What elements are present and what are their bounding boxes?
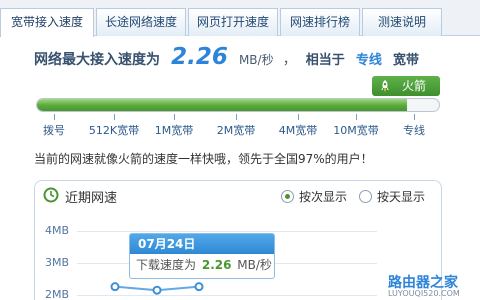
scale-label-dedicated: 专线 — [403, 124, 425, 137]
scale-tick — [174, 114, 175, 120]
watermark-url: LUYOUQI520.COM — [388, 289, 460, 298]
tab-webpage-open-speed[interactable]: 网页打开速度 — [188, 8, 278, 36]
speed-equal-text: 相当于 — [305, 53, 345, 68]
speed-scale: 拨号 512K宽带 1M宽带 2M宽带 4M宽带 10M宽带 专线 — [0, 112, 480, 146]
scale-label-4m: 4M宽带 — [278, 124, 318, 137]
speed-suffix: 宽带 — [392, 53, 419, 68]
tab-broadband-access-speed[interactable]: 宽带接入速度 — [0, 8, 94, 37]
tooltip-body: 下载速度为 2.26 MB/秒 — [130, 254, 274, 276]
tooltip-value: 2.26 — [201, 258, 232, 272]
speed-progress-fill — [37, 99, 407, 111]
scale-tick — [298, 114, 299, 120]
data-point[interactable] — [110, 282, 120, 292]
scale-label-512k: 512K宽带 — [88, 124, 140, 137]
scale-tick — [356, 114, 357, 120]
speed-separator: ， — [282, 52, 297, 68]
speed-value: 2.26 — [171, 44, 228, 70]
watermark: 路由器之家 LUYOUQI520.COM — [380, 272, 480, 300]
rocket-icon — [381, 80, 389, 92]
scale-label-2m: 2M宽带 — [216, 124, 256, 137]
tooltip-label: 下载速度为 — [136, 258, 197, 272]
scale-tick — [114, 114, 115, 120]
data-point[interactable] — [194, 282, 204, 292]
scale-label-dialup: 拨号 — [43, 124, 65, 137]
tab-bar: 宽带接入速度 长途网络速度 网页打开速度 网速排行榜 测速说明 — [0, 0, 480, 37]
scale-tick — [414, 114, 415, 120]
rocket-badge-label: 火箭 — [402, 79, 427, 93]
scale-tick — [54, 114, 55, 120]
speed-unit: MB/秒 — [238, 53, 274, 67]
tooltip-date: 07月24日 — [130, 234, 274, 254]
tab-speed-ranking[interactable]: 网速排行榜 — [280, 8, 360, 36]
speed-tooltip: 07月24日 下载速度为 2.26 MB/秒 — [129, 233, 275, 279]
tooltip-unit: MB/秒 — [237, 258, 272, 272]
speed-progress-bar — [36, 98, 440, 112]
tab-long-distance-speed[interactable]: 长途网络速度 — [96, 8, 186, 36]
scale-tick — [236, 114, 237, 120]
speed-result: 网络最大接入速度为 2.26 MB/秒 ， 相当于 专线 宽带 — [34, 44, 419, 76]
rocket-badge: 火箭 — [372, 76, 440, 96]
scale-label-1m: 1M宽带 — [154, 124, 194, 137]
speed-result-prefix: 网络最大接入速度为 — [34, 52, 160, 68]
data-point[interactable] — [152, 285, 162, 295]
tab-speed-help[interactable]: 测速说明 — [362, 8, 442, 36]
speed-level: 专线 — [355, 53, 382, 68]
comparison-text: 当前的网速就像火箭的速度一样快哦，领先于全国97%的用户！ — [34, 152, 373, 166]
scale-label-10m: 10M宽带 — [333, 124, 379, 137]
